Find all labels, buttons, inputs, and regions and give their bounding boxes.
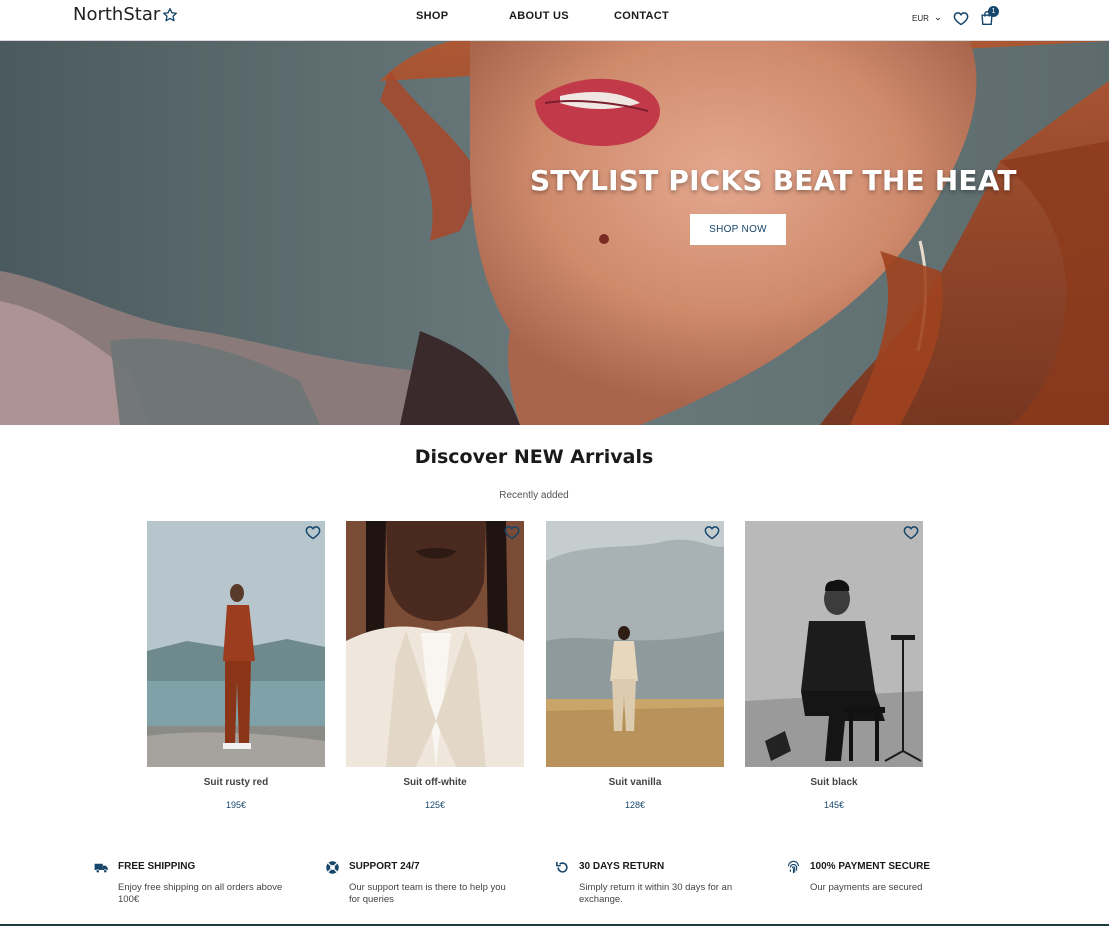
product-name[interactable]: Suit vanilla (546, 777, 724, 788)
hero-banner: STYLIST PICKS BEAT THE HEAT SHOP NOW (0, 41, 1109, 425)
wishlist-heart-icon[interactable] (953, 11, 969, 26)
product-name[interactable]: Suit off-white (346, 777, 524, 788)
return-arrow-icon (556, 861, 568, 873)
product-card[interactable]: Suit rusty red 195€ (147, 521, 325, 810)
arrivals-title: Discover NEW Arrivals (414, 446, 654, 468)
feature-text: Our payments are secured (810, 882, 923, 893)
heart-icon[interactable] (903, 525, 919, 540)
product-image[interactable] (546, 521, 724, 767)
arrivals-subtitle: Recently added (499, 490, 569, 501)
product-price: 145€ (823, 800, 845, 810)
product-card[interactable]: Suit black 145€ (745, 521, 923, 810)
product-price: 128€ (624, 800, 646, 810)
heart-icon[interactable] (305, 525, 321, 540)
product-image[interactable] (147, 521, 325, 767)
product-card[interactable]: Suit vanilla 128€ (546, 521, 724, 810)
product-price: 125€ (424, 800, 446, 810)
fingerprint-icon (787, 860, 800, 874)
cart-count-badge: 1 (988, 6, 999, 17)
feature-title: 30 DAYS RETURN (579, 861, 665, 872)
product-name[interactable]: Suit rusty red (147, 777, 325, 788)
hero-image (0, 41, 1109, 425)
feature-title: FREE SHIPPING (118, 861, 196, 872)
feature-text: Enjoy free shipping on all orders above … (118, 882, 283, 905)
currency-select[interactable]: EUR (912, 14, 941, 23)
feature-title: SUPPORT 24/7 (349, 861, 420, 872)
nav-about-us[interactable]: ABOUT US (509, 10, 569, 22)
shop-now-button[interactable]: SHOP NOW (690, 214, 786, 245)
site-header: NorthStar SHOP ABOUT US CONTACT EUR 1 (0, 0, 1109, 41)
product-card[interactable]: Suit off-white 125€ (346, 521, 524, 810)
currency-label: EUR (912, 14, 929, 23)
nav-shop[interactable]: SHOP (416, 10, 448, 22)
hero-title: STYLIST PICKS BEAT THE HEAT (530, 164, 1017, 197)
logo[interactable]: NorthStar (73, 4, 178, 25)
truck-icon (94, 863, 108, 874)
chevron-down-icon (935, 17, 941, 21)
heart-icon[interactable] (704, 525, 720, 540)
product-name[interactable]: Suit black (745, 777, 923, 788)
lifebuoy-icon (326, 861, 339, 874)
logo-text: NorthStar (73, 4, 161, 25)
nav-contact[interactable]: CONTACT (614, 10, 669, 22)
star-icon (163, 7, 178, 21)
heart-icon[interactable] (504, 525, 520, 540)
product-image[interactable] (346, 521, 524, 767)
product-image[interactable] (745, 521, 923, 767)
product-price: 195€ (225, 800, 247, 810)
feature-text: Simply return it within 30 days for an e… (579, 882, 733, 905)
feature-title: 100% PAYMENT SECURE (810, 861, 931, 872)
feature-text: Our support team is there to help you fo… (349, 882, 506, 905)
